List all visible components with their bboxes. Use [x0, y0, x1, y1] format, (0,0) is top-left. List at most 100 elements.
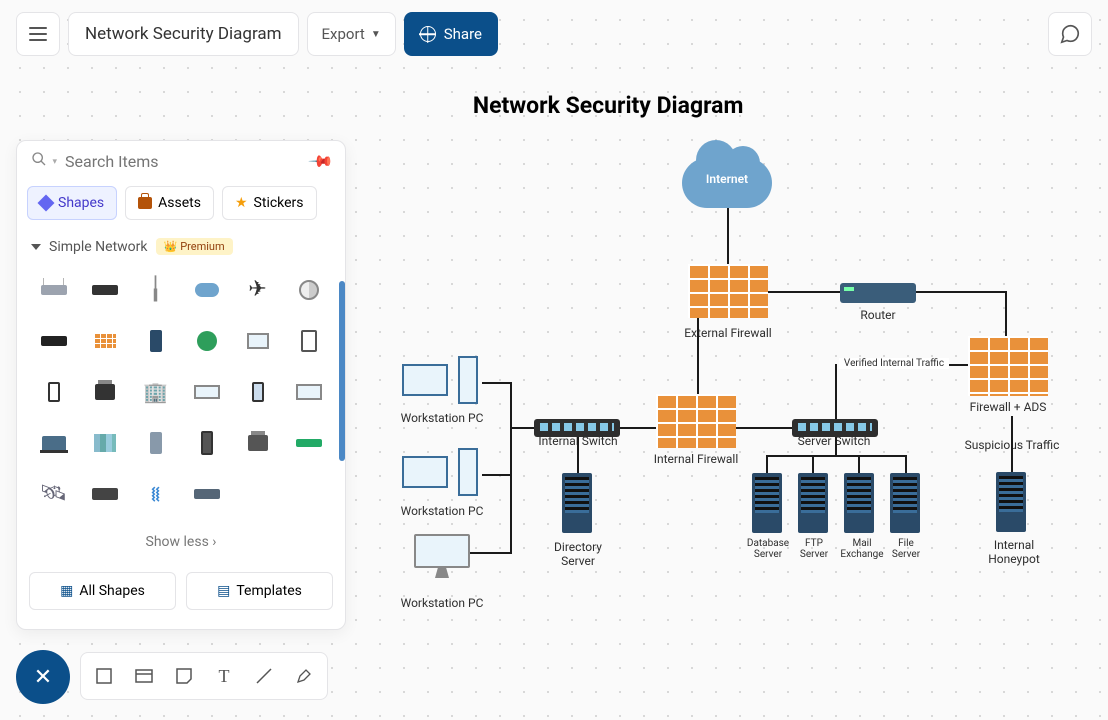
- monitor-icon[interactable]: [235, 318, 280, 363]
- show-less-button[interactable]: Show less: [17, 524, 345, 560]
- node-firewall-ads[interactable]: [968, 336, 1048, 396]
- section-header[interactable]: Simple Network 👑Premium: [17, 228, 345, 263]
- tv-icon[interactable]: [286, 369, 331, 414]
- building-icon[interactable]: 🏢: [133, 369, 178, 414]
- node-workstation-2[interactable]: [402, 448, 482, 500]
- share-label: Share: [444, 25, 482, 43]
- search-icon[interactable]: [31, 151, 47, 172]
- export-button[interactable]: Export ▼: [307, 12, 396, 56]
- server-tower-icon[interactable]: [133, 318, 178, 363]
- share-button[interactable]: Share: [404, 12, 498, 56]
- edge-ws1-h: [482, 382, 510, 384]
- main-menu-button[interactable]: [16, 12, 60, 56]
- laptop-icon[interactable]: [31, 420, 76, 465]
- edge-internet-extfw: [727, 208, 729, 264]
- rectangle-tool[interactable]: [87, 659, 121, 693]
- tab-assets[interactable]: Assets: [125, 186, 214, 220]
- node-workstation-3[interactable]: [414, 534, 470, 578]
- antenna-tower-icon[interactable]: ╽: [133, 267, 178, 312]
- diagram-title: Network Security Diagram: [473, 92, 744, 119]
- pin-icon[interactable]: 📌: [307, 148, 335, 176]
- drawing-toolbar: T: [80, 652, 328, 700]
- all-shapes-button[interactable]: ▦All Shapes: [29, 572, 176, 610]
- document-title[interactable]: Network Security Diagram: [68, 12, 299, 56]
- cityscape-icon[interactable]: [82, 420, 127, 465]
- panel-footer: ▦All Shapes ▤Templates: [17, 560, 345, 622]
- template-icon: ▤: [217, 583, 230, 599]
- modem-icon[interactable]: [286, 420, 331, 465]
- tab-stickers[interactable]: ★Stickers: [222, 186, 317, 220]
- pen-tool[interactable]: [287, 659, 321, 693]
- tablet-icon[interactable]: [286, 318, 331, 363]
- node-internet-cloud[interactable]: Internet: [682, 158, 772, 208]
- switch-bar-icon[interactable]: [31, 318, 76, 363]
- node-directory-server[interactable]: [562, 473, 592, 533]
- close-fab-button[interactable]: ✕: [16, 650, 70, 704]
- text-tool[interactable]: T: [207, 659, 241, 693]
- cordless-phone-icon[interactable]: [184, 420, 229, 465]
- label-directory: Directory Server: [518, 540, 638, 568]
- label-file: File Server: [881, 538, 931, 560]
- widescreen-icon[interactable]: [184, 369, 229, 414]
- all-shapes-label: All Shapes: [79, 583, 145, 599]
- server-rack-icon[interactable]: [133, 420, 178, 465]
- node-file-server[interactable]: [890, 473, 920, 533]
- node-db-server[interactable]: [752, 473, 782, 533]
- smartphone-icon[interactable]: [31, 369, 76, 414]
- chat-bubble-icon: [1059, 23, 1081, 45]
- sticky-note-tool[interactable]: [167, 659, 201, 693]
- comments-button[interactable]: [1048, 12, 1092, 56]
- category-tabs: Shapes Assets ★Stickers: [17, 178, 345, 228]
- premium-label: Premium: [180, 240, 224, 253]
- wifi-router-icon[interactable]: ||: [31, 267, 76, 312]
- caret-down-icon: ▼: [371, 29, 381, 40]
- edge-switch-dir: [577, 437, 579, 473]
- node-external-firewall[interactable]: [688, 264, 768, 318]
- edge-ws3-h: [470, 552, 510, 554]
- edge-srv-bus: [766, 455, 906, 457]
- cloud-icon[interactable]: [184, 267, 229, 312]
- globe-icon[interactable]: [184, 318, 229, 363]
- panel-scrollbar[interactable]: [339, 281, 345, 461]
- line-tool[interactable]: [247, 659, 281, 693]
- edge-router-ads-h: [916, 291, 1006, 293]
- phone-flat-icon[interactable]: [235, 369, 280, 414]
- printer-icon[interactable]: [235, 420, 280, 465]
- node-workstation-1[interactable]: [402, 356, 482, 408]
- jet-icon[interactable]: ✈: [235, 267, 280, 312]
- node-ftp-server[interactable]: [798, 473, 828, 533]
- rack-switch-icon[interactable]: [82, 267, 127, 312]
- network-hub-icon[interactable]: [184, 471, 229, 516]
- search-row: 📌: [17, 141, 345, 178]
- edge-bus-mail: [858, 455, 860, 473]
- node-internal-firewall[interactable]: [656, 394, 736, 448]
- satellite-icon[interactable]: 🛰: [31, 471, 76, 516]
- edge-intswitch-intfw: [620, 427, 656, 429]
- export-label: Export: [322, 25, 365, 43]
- satellite-dish-icon[interactable]: [286, 267, 331, 312]
- chevron-down-icon: [31, 244, 41, 250]
- search-input[interactable]: [65, 152, 303, 171]
- tab-shapes[interactable]: Shapes: [27, 186, 117, 220]
- frame-tool[interactable]: [127, 659, 161, 693]
- label-external-firewall: External Firewall: [668, 326, 788, 340]
- label-ws3: Workstation PC: [382, 596, 502, 610]
- edge-intfw-srvswitch: [736, 427, 792, 429]
- node-router[interactable]: [840, 283, 916, 303]
- shapes-panel: 📌 Shapes Assets ★Stickers Simple Network…: [16, 140, 346, 630]
- firewall-icon[interactable]: [82, 318, 127, 363]
- label-firewall-ads: Firewall + ADS: [948, 400, 1068, 414]
- tab-assets-label: Assets: [158, 195, 201, 211]
- node-honeypot[interactable]: [996, 472, 1026, 532]
- templates-button[interactable]: ▤Templates: [186, 572, 333, 610]
- hard-drive-icon[interactable]: [82, 471, 127, 516]
- label-ws1: Workstation PC: [382, 411, 502, 425]
- label-internal-firewall: Internal Firewall: [636, 452, 756, 466]
- edge-bus-ftp: [812, 455, 814, 473]
- wifi-signal-icon[interactable]: ⧙⧙: [133, 471, 178, 516]
- label-honeypot: Internal Honeypot: [954, 538, 1074, 566]
- node-mail-server[interactable]: [844, 473, 874, 533]
- tab-shapes-label: Shapes: [58, 195, 104, 211]
- fax-icon[interactable]: [82, 369, 127, 414]
- header-bar: Network Security Diagram Export ▼ Share: [16, 12, 1092, 56]
